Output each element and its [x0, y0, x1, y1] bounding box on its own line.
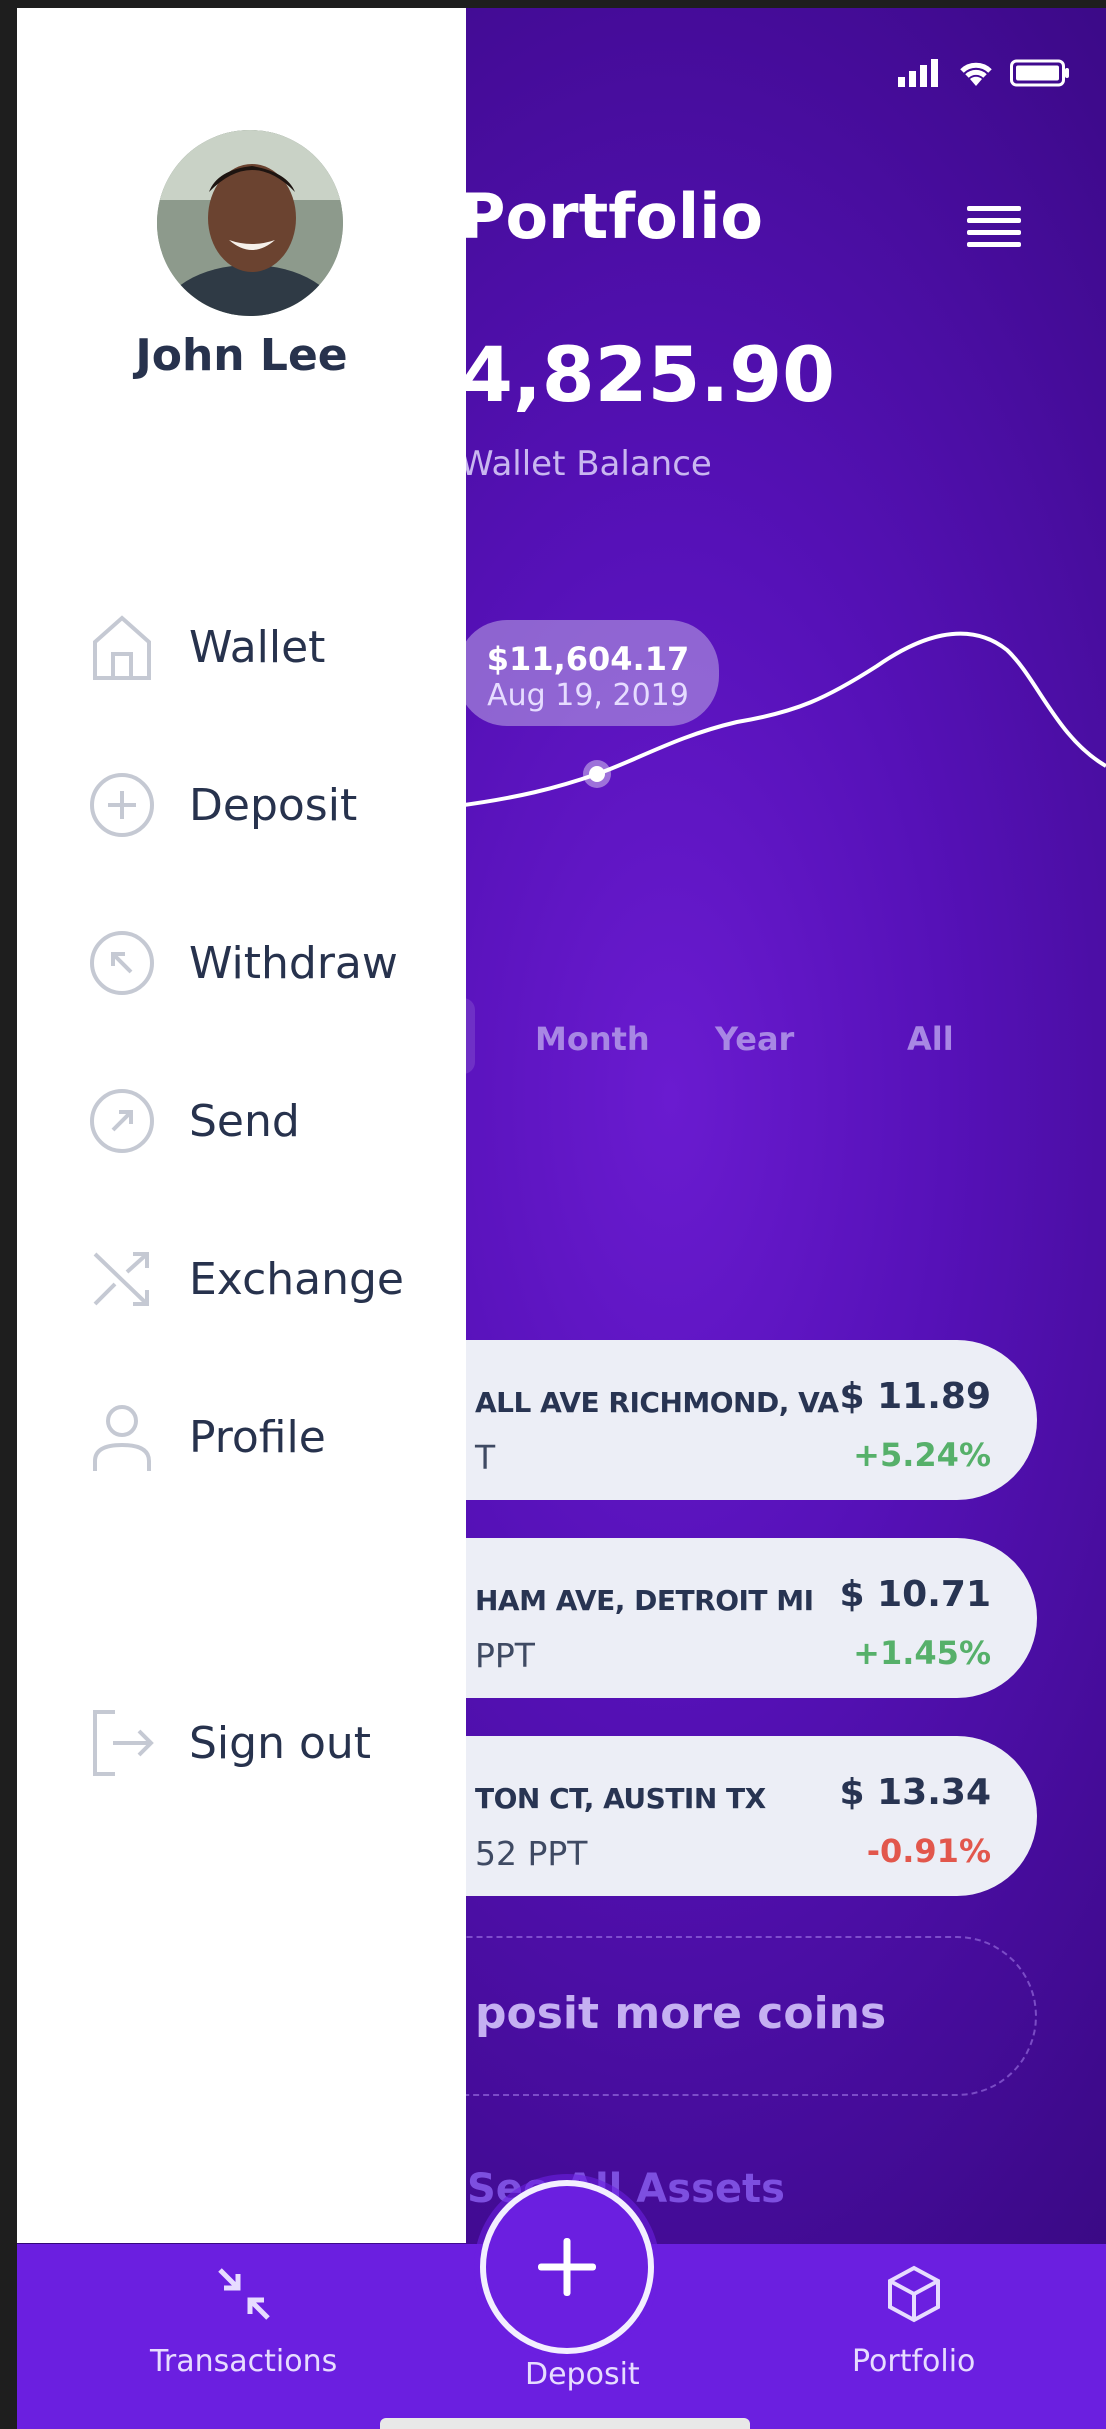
drawer-item-profile[interactable]: Profile: [89, 1392, 449, 1482]
sign-out-button[interactable]: Sign out: [89, 1698, 449, 1788]
arrow-up-right-circle-icon: [90, 1089, 154, 1153]
tab-transactions[interactable]: Transactions: [150, 2262, 337, 2379]
avatar[interactable]: [157, 130, 343, 316]
battery-icon: [1010, 59, 1069, 87]
plus-circle-icon: [90, 773, 154, 837]
home-indicator: [380, 2418, 750, 2429]
page-title: Portfolio: [460, 180, 763, 253]
signal-icon: [898, 59, 938, 87]
deposit-fab-button[interactable]: [480, 2180, 654, 2354]
tab-portfolio[interactable]: Portfolio: [852, 2262, 975, 2379]
drawer-item-label: Deposit: [189, 779, 358, 831]
avatar-image: [157, 130, 343, 316]
drawer-item-label: Exchange: [189, 1253, 404, 1305]
asset-price: $ 13.34: [839, 1772, 991, 1813]
tooltip-value: $11,604.17: [486, 640, 690, 678]
asset-address: ALL AVE RICHMOND, VA: [475, 1386, 839, 1419]
wifi-icon: [960, 62, 992, 86]
asset-price: $ 11.89: [839, 1376, 991, 1417]
drawer-item-send[interactable]: Send: [89, 1076, 449, 1166]
wallet-balance-label: Wallet Balance: [460, 444, 712, 484]
tab-transactions-label: Transactions: [150, 2344, 338, 2379]
home-icon: [93, 615, 151, 680]
side-drawer: John Lee Wallet Deposit Withdraw Send Ex…: [17, 8, 466, 2243]
asset-change: -0.91%: [866, 1832, 991, 1870]
sign-out-icon: [93, 1710, 154, 1776]
tooltip-date: Aug 19, 2019: [487, 678, 689, 713]
asset-address: HAM AVE, DETROIT MI: [475, 1584, 814, 1617]
wallet-balance-value: 4,825.90: [460, 330, 836, 419]
compress-arrows-icon: [217, 2268, 270, 2320]
drawer-item-withdraw[interactable]: Withdraw: [89, 918, 449, 1008]
user-icon: [93, 1405, 151, 1471]
drawer-item-label: Withdraw: [189, 937, 398, 989]
status-bar: [898, 58, 1070, 88]
sign-out-label: Sign out: [189, 1717, 372, 1769]
drawer-item-label: Wallet: [189, 621, 326, 673]
asset-price: $ 10.71: [839, 1574, 991, 1615]
shuffle-icon: [93, 1252, 149, 1306]
chart-point-core: [589, 766, 605, 782]
asset-address: TON CT, AUSTIN TX: [475, 1782, 766, 1815]
range-month[interactable]: Month: [535, 1020, 650, 1058]
asset-change: +1.45%: [853, 1634, 991, 1672]
drawer-item-wallet[interactable]: Wallet: [89, 602, 449, 692]
chart-tooltip: $11,604.17 Aug 19, 2019: [457, 620, 719, 726]
drawer-item-label: Send: [189, 1095, 300, 1147]
tab-deposit-label[interactable]: Deposit: [525, 2357, 640, 2392]
asset-change: +5.24%: [853, 1436, 991, 1474]
cube-icon: [887, 2265, 940, 2323]
asset-amount: 52 PPT: [475, 1834, 588, 1873]
asset-amount: T: [475, 1438, 496, 1477]
deposit-more-label: posit more coins: [475, 1988, 887, 2039]
range-all[interactable]: All: [907, 1020, 954, 1058]
range-year[interactable]: Year: [715, 1020, 794, 1058]
arrow-up-left-circle-icon: [90, 931, 154, 995]
asset-amount: PPT: [475, 1636, 535, 1675]
user-name: John Lee: [135, 330, 348, 381]
tab-portfolio-label: Portfolio: [852, 2344, 976, 2379]
drawer-item-deposit[interactable]: Deposit: [89, 760, 449, 850]
menu-icon[interactable]: [967, 206, 1021, 254]
drawer-item-exchange[interactable]: Exchange: [89, 1234, 449, 1324]
drawer-item-label: Profile: [189, 1411, 326, 1463]
